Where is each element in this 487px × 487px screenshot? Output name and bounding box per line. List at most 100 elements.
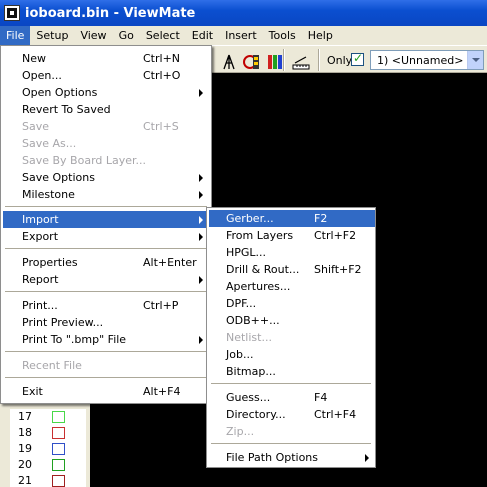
menu-apertures[interactable]: Apertures... xyxy=(209,278,375,295)
menu-view[interactable]: View xyxy=(74,26,112,45)
menu-directory[interactable]: Directory... Ctrl+F4 xyxy=(209,406,375,423)
menu-item-text: Alt+Enter xyxy=(143,256,197,269)
dropdown-arrow-icon[interactable] xyxy=(467,51,483,69)
submenu-arrow-icon xyxy=(199,191,203,199)
layer-toggle-icon[interactable] xyxy=(241,51,261,71)
layer-row[interactable]: 21 xyxy=(10,473,86,487)
menu-item-text: Import xyxy=(22,213,59,226)
menu-bar: File Setup View Go Select Edit Insert To… xyxy=(0,26,487,45)
menu-item-text: Ctrl+O xyxy=(143,69,181,82)
menu-item-text: Print... xyxy=(22,299,58,312)
layer-row[interactable]: 20 xyxy=(10,457,86,473)
layer-color-swatch[interactable] xyxy=(52,475,65,487)
menu-separator xyxy=(211,443,371,445)
menu-from-layers[interactable]: From Layers Ctrl+F2 xyxy=(209,227,375,244)
menu-hpgl[interactable]: HPGL... xyxy=(209,244,375,261)
menu-item-text: Save xyxy=(22,120,50,133)
layer-row[interactable]: 17 xyxy=(10,409,86,425)
only-checkbox[interactable]: ✓ xyxy=(351,51,364,66)
menu-separator xyxy=(5,291,207,293)
menu-save-by-layer: Save By Board Layer... xyxy=(3,152,209,169)
import-submenu: Gerber... F2 From Layers Ctrl+F2 HPGL... D… xyxy=(206,207,376,468)
menu-item-text: Revert To Saved xyxy=(22,103,111,116)
menu-drill-rout[interactable]: Drill & Rout... Shift+F2 xyxy=(209,261,375,278)
measure-icon[interactable] xyxy=(290,51,310,71)
check-icon: ✓ xyxy=(353,51,364,65)
menu-recent-file: Recent File xyxy=(3,357,209,374)
menu-item-text: Drill & Rout... xyxy=(226,263,300,276)
layer-color-swatch[interactable] xyxy=(52,459,65,471)
menu-export[interactable]: Export xyxy=(3,228,209,245)
menu-exit[interactable]: Exit Alt+F4 xyxy=(3,383,209,400)
menu-item-text: Ctrl+S xyxy=(143,120,179,133)
layer-stack-icon[interactable] xyxy=(264,51,284,71)
menu-item-text: New xyxy=(22,52,46,65)
menu-guess[interactable]: Guess... F4 xyxy=(209,389,375,406)
layer-number: 21 xyxy=(18,474,32,487)
menu-item-text: Save Options xyxy=(22,171,95,184)
menu-zip: Zip... xyxy=(209,423,375,440)
antenna-tool-icon[interactable] xyxy=(218,51,238,71)
menu-select[interactable]: Select xyxy=(140,26,186,45)
menu-edit[interactable]: Edit xyxy=(186,26,219,45)
menu-revert[interactable]: Revert To Saved xyxy=(3,101,209,118)
menu-file[interactable]: File xyxy=(0,26,31,45)
layer-row[interactable]: 18 xyxy=(10,425,86,441)
menu-print-bmp[interactable]: Print To ".bmp" File xyxy=(3,331,209,348)
menu-item-text: Recent File xyxy=(22,359,82,372)
menu-gerber[interactable]: Gerber... F2 xyxy=(209,210,375,227)
menu-print-preview[interactable]: Print Preview... xyxy=(3,314,209,331)
menu-item-text: Ctrl+F2 xyxy=(314,229,357,242)
menu-help[interactable]: Help xyxy=(302,26,339,45)
layer-color-swatch[interactable] xyxy=(52,411,65,423)
menu-item-text: Print Preview... xyxy=(22,316,104,329)
menu-item-text: Ctrl+F4 xyxy=(314,408,357,421)
menu-dpf[interactable]: DPF... xyxy=(209,295,375,312)
menu-file-path-options[interactable]: File Path Options xyxy=(209,449,375,466)
only-label: Only xyxy=(327,54,353,67)
menu-item-text: File Path Options xyxy=(226,451,319,464)
menu-go[interactable]: Go xyxy=(113,26,140,45)
menu-separator xyxy=(5,206,207,208)
menu-properties[interactable]: Properties Alt+Enter xyxy=(3,254,209,271)
submenu-arrow-icon xyxy=(365,454,369,462)
toolbar-separator xyxy=(318,49,320,71)
menu-setup[interactable]: Setup xyxy=(30,26,74,45)
menu-item-text: Zip... xyxy=(226,425,255,438)
layer-color-swatch[interactable] xyxy=(52,443,65,455)
menu-job[interactable]: Job... xyxy=(209,346,375,363)
menu-separator xyxy=(5,351,207,353)
layer-row[interactable]: 19 xyxy=(10,441,86,457)
layer-number: 18 xyxy=(18,426,32,439)
menu-new[interactable]: New Ctrl+N xyxy=(3,50,209,67)
menu-item-text: Save As... xyxy=(22,137,77,150)
file-menu: New Ctrl+N Open... Ctrl+O Open Options Rev… xyxy=(0,45,212,404)
layer-select[interactable]: 1) <Unnamed> xyxy=(370,50,484,70)
menu-bitmap[interactable]: Bitmap... xyxy=(209,363,375,380)
menu-open[interactable]: Open... Ctrl+O xyxy=(3,67,209,84)
menu-report[interactable]: Report xyxy=(3,271,209,288)
app-icon xyxy=(4,5,20,21)
menu-item-text: Export xyxy=(22,230,59,243)
menu-milestone[interactable]: Milestone xyxy=(3,186,209,203)
menu-item-text: Gerber... xyxy=(226,212,274,225)
layer-color-swatch[interactable] xyxy=(52,427,65,439)
submenu-arrow-icon xyxy=(199,174,203,182)
menu-item-text: Bitmap... xyxy=(226,365,276,378)
menu-print[interactable]: Print... Ctrl+P xyxy=(3,297,209,314)
menu-tools[interactable]: Tools xyxy=(263,26,302,45)
menu-open-options[interactable]: Open Options xyxy=(3,84,209,101)
menu-item-text: Report xyxy=(22,273,59,286)
layer-number: 20 xyxy=(18,458,32,471)
menu-separator xyxy=(211,383,371,385)
menu-separator xyxy=(5,248,207,250)
menu-odb[interactable]: ODB++... xyxy=(209,312,375,329)
menu-insert[interactable]: Insert xyxy=(219,26,263,45)
menu-save-options[interactable]: Save Options xyxy=(3,169,209,186)
menu-item-text: Netlist... xyxy=(226,331,272,344)
submenu-arrow-icon xyxy=(199,89,203,97)
menu-import[interactable]: Import xyxy=(3,211,209,228)
menu-item-text: Ctrl+P xyxy=(143,299,179,312)
menu-item-text: Guess... xyxy=(226,391,271,404)
menu-item-text: Directory... xyxy=(226,408,286,421)
